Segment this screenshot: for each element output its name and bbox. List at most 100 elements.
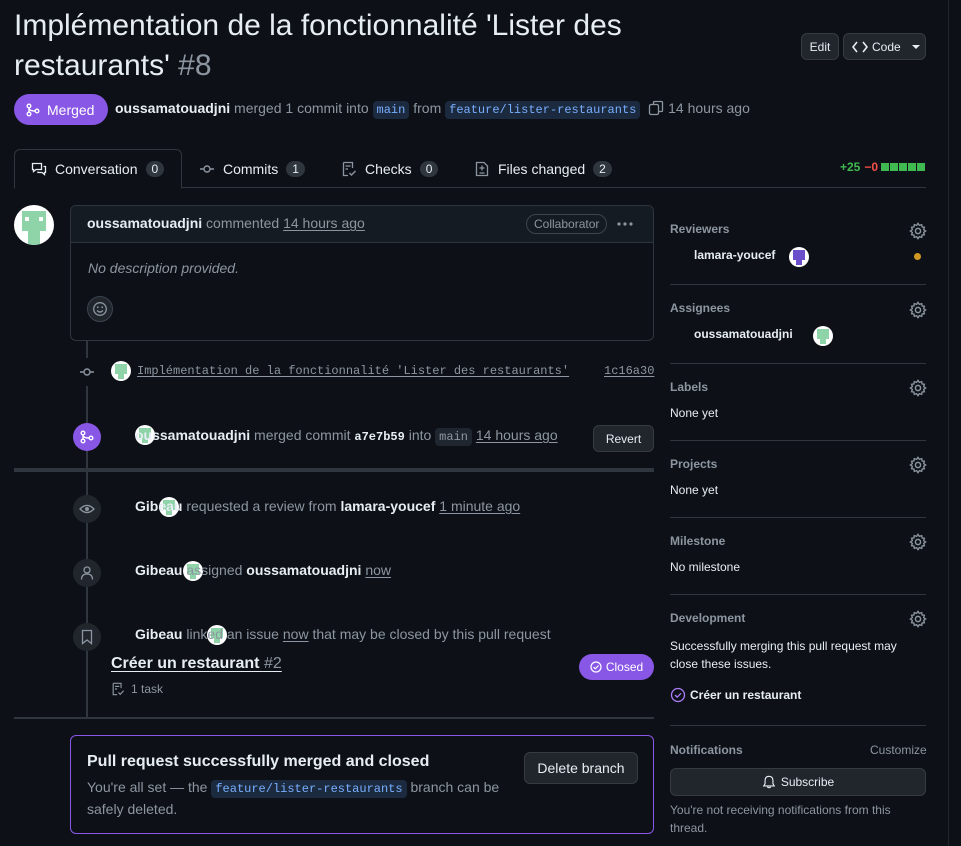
assign-actor[interactable]: Gibeau [135, 562, 182, 578]
assignee-avatar[interactable] [813, 326, 834, 346]
commit-sha[interactable]: 1c16a30 [604, 364, 654, 378]
linked-issue-number: #2 [263, 655, 282, 672]
customize-link[interactable]: Customize [870, 743, 927, 757]
assign-time[interactable]: now [365, 562, 391, 578]
development-text-line1: Successfully merging this pull request m… [670, 639, 897, 653]
assign-assignee[interactable]: oussamatouadjni [246, 562, 361, 578]
tab-conversation-count: 0 [145, 161, 165, 177]
tab-commits[interactable]: Commits 1 [199, 150, 305, 188]
projects-value: None yet [670, 483, 719, 497]
sidebar-divider [670, 363, 926, 364]
head-branch[interactable]: feature/lister-restaurants [445, 101, 641, 119]
sidebar-divider [670, 725, 926, 726]
review-timeline-icon [73, 495, 101, 523]
comment-time[interactable]: 14 hours ago [283, 215, 365, 231]
delete-branch-label: Delete branch [537, 760, 625, 776]
projects-title: Projects [670, 457, 718, 471]
commit-timeline-icon [73, 358, 101, 386]
git-merge-icon [80, 430, 94, 444]
copy-icon[interactable] [648, 100, 664, 116]
kebab-horizontal-icon[interactable] [616, 221, 634, 227]
edit-button[interactable]: Edit [801, 33, 839, 60]
review-actor[interactable]: Gibeau [135, 498, 182, 514]
development-text: Successfully merging this pull request m… [670, 637, 897, 673]
smiley-icon [93, 302, 107, 316]
tab-files-changed[interactable]: Files changed 2 [474, 150, 612, 188]
file-diff-icon [475, 161, 489, 177]
diffstat[interactable]: +25 −0 [840, 160, 926, 174]
merged-box-branch[interactable]: feature/lister-restaurants [211, 780, 407, 798]
merged-box-text1: You're all set — the [87, 779, 208, 795]
sidebar-divider [670, 594, 926, 595]
pr-author-link[interactable]: oussamatouadjni [115, 100, 230, 116]
review-reviewer[interactable]: lamara-youcef [340, 498, 435, 514]
notifications-note-line1: You're not receiving notifications from … [670, 803, 891, 817]
development-issue-link[interactable]: Créer un restaurant [670, 687, 801, 703]
merged-state-label: Merged [47, 101, 95, 118]
tab-commits-label: Commits [223, 161, 279, 177]
commit-author-avatar[interactable] [111, 361, 131, 381]
page-right-border [948, 0, 949, 846]
pr-title: Implémentation de la fonctionnalité 'Lis… [14, 6, 622, 86]
reviewer-name[interactable]: lamara-youcef [694, 248, 775, 262]
milestone-title: Milestone [670, 534, 726, 548]
revert-button[interactable]: Revert [593, 425, 654, 452]
projects-gear-icon[interactable] [909, 456, 927, 474]
merge-text2: into [408, 427, 432, 443]
pr-number: #8 [178, 49, 212, 82]
link-actor[interactable]: Gibeau [135, 626, 182, 642]
issue-closed-badge: Closed [579, 654, 654, 680]
sidebar-divider [670, 517, 926, 518]
labels-gear-icon[interactable] [909, 379, 927, 397]
review-text: requested a review from [186, 498, 337, 514]
assign-timeline-icon [73, 559, 101, 587]
review-event-text: Gibeau requested a review from lamara-yo… [135, 498, 520, 514]
labels-title: Labels [670, 380, 709, 394]
sidebar-divider [670, 284, 926, 285]
subscribe-button[interactable]: Subscribe [670, 768, 926, 796]
link-event-text: Gibeau linked an issue now that may be c… [135, 626, 551, 642]
base-branch[interactable]: main [372, 101, 410, 119]
merged-box-text3: safely deleted. [87, 801, 178, 817]
merge-sha[interactable]: a7e7b59 [354, 430, 404, 444]
triangle-down-icon [911, 44, 920, 49]
comment-author-avatar[interactable] [14, 205, 54, 245]
bell-icon [762, 775, 776, 789]
delete-branch-button[interactable]: Delete branch [524, 752, 638, 784]
merge-time[interactable]: 14 hours ago [476, 427, 558, 443]
merged-box-text2: branch can be [410, 779, 500, 795]
comment-body: No description provided. [88, 260, 239, 276]
comment-author[interactable]: oussamatouadjni [87, 215, 202, 231]
notifications-note: You're not receiving notifications from … [670, 801, 891, 837]
code-button[interactable]: Code [843, 33, 926, 60]
tab-conversation[interactable]: Conversation 0 [31, 150, 165, 188]
pr-merged-text: merged 1 commit into [234, 100, 369, 116]
merge-author[interactable]: oussamatouadjni [135, 427, 250, 443]
review-time[interactable]: 1 minute ago [439, 498, 520, 514]
merge-branch[interactable]: main [435, 428, 472, 446]
link-text2: that may be closed by this pull request [312, 626, 551, 642]
eye-icon [79, 504, 95, 514]
assignee-name[interactable]: oussamatouadjni [694, 327, 793, 341]
issue-closed-label: Closed [605, 660, 644, 674]
commit-message[interactable]: Implémentation de la fonctionnalité 'Lis… [137, 364, 569, 378]
collaborator-badge: Collaborator [526, 214, 608, 234]
link-time[interactable]: now [283, 626, 309, 642]
reviewers-gear-icon[interactable] [909, 222, 927, 240]
issue-closed-icon [590, 661, 602, 673]
linked-issue-link[interactable]: Créer un restaurant #2 [111, 655, 282, 673]
tab-files-changed-label: Files changed [498, 161, 586, 177]
labels-value: None yet [670, 406, 719, 420]
linked-issue-title: Créer un restaurant [111, 655, 260, 672]
reviewer-avatar[interactable] [789, 247, 810, 267]
development-gear-icon[interactable] [909, 610, 927, 628]
tab-files-changed-count: 2 [593, 161, 612, 177]
assignees-title: Assignees [670, 301, 731, 315]
assignees-gear-icon[interactable] [909, 301, 927, 319]
tab-checks[interactable]: Checks 0 [341, 150, 439, 188]
comment-discussion-icon [31, 162, 47, 176]
timeline-divider-thick [14, 468, 654, 472]
milestone-gear-icon[interactable] [909, 533, 927, 551]
development-text-line2: close these issues. [670, 657, 772, 671]
add-reaction-button[interactable] [87, 296, 113, 322]
